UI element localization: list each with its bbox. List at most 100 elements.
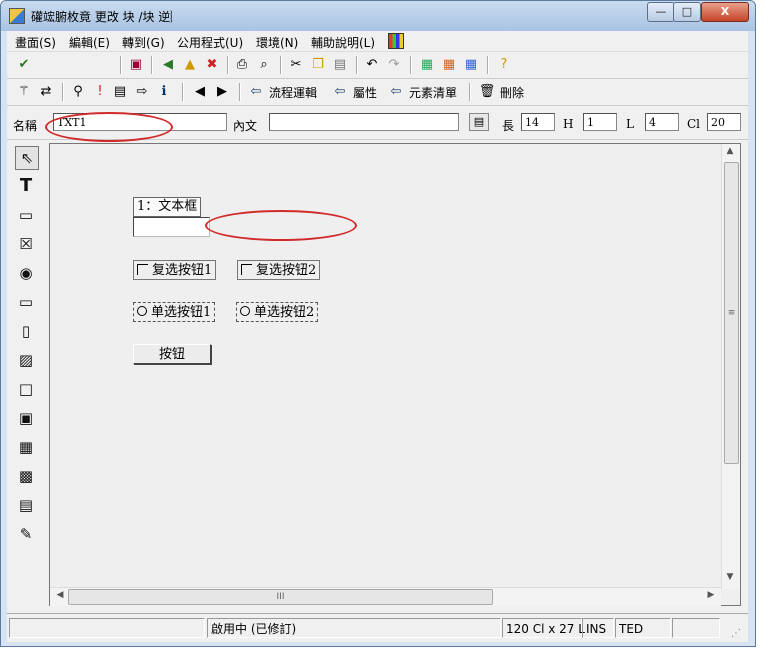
text-label: 內文 <box>233 119 258 133</box>
screen-icon[interactable]: ▦ <box>462 56 480 74</box>
button-tool-icon[interactable]: ▭ <box>15 291 37 313</box>
help-icon[interactable]: ? <box>495 56 513 74</box>
status-ted: TED <box>615 618 671 638</box>
layout-icon[interactable] <box>388 33 404 49</box>
table-wizard-icon[interactable]: ▩ <box>15 465 37 487</box>
scroll-right-icon[interactable]: ▶ <box>703 590 719 600</box>
scroll-down-icon[interactable]: ▼ <box>722 572 738 582</box>
status-blank <box>9 618 205 638</box>
length-field[interactable]: 14 <box>521 113 555 131</box>
checkbox-1-label: 复选按钮1 <box>152 263 213 278</box>
custom-control-icon[interactable]: ▤ <box>15 494 37 516</box>
scroll-up-icon[interactable]: ▲ <box>722 146 738 156</box>
hierarchy-icon[interactable]: ⚲ <box>69 83 87 101</box>
radio-1[interactable]: 单选按钮1 <box>133 302 216 322</box>
cancel-icon[interactable]: ✖ <box>203 56 221 74</box>
trash-icon: 🗑 <box>478 84 496 99</box>
window: 礶竤腑枚竟 更改 块 /块 逆︴ — □ X 畫面(S) 編輯(E) 轉到(G)… <box>0 0 756 647</box>
checkbox-icon <box>241 264 252 275</box>
element-palette: ⇖ T ▭ ☒ ◉ ▭ ▯ ▨ □ ▣ ▦ ▩ ▤ ✎ <box>15 146 41 616</box>
resize-grip-icon[interactable]: ⋰ <box>731 628 741 639</box>
delete-button[interactable]: 刪除 <box>500 84 524 101</box>
h-field[interactable]: 1 <box>583 113 617 131</box>
print-icon[interactable]: ⎙ <box>233 56 251 74</box>
paste-icon[interactable]: ▤ <box>331 56 349 74</box>
vertical-scrollbar[interactable]: ▲ ≡ ▼ <box>721 144 740 589</box>
tabstrip-tool-icon[interactable]: ▯ <box>15 320 37 342</box>
cl-field[interactable]: 20 <box>707 113 741 131</box>
copy-icon[interactable]: ❐ <box>309 56 327 74</box>
menu-help[interactable]: 輔助說明(L) <box>311 34 375 51</box>
box-tool-icon[interactable]: □ <box>15 378 37 400</box>
h-label: H <box>563 117 574 131</box>
close-button[interactable]: X <box>701 2 749 22</box>
next-icon[interactable]: ▶ <box>213 83 231 101</box>
checkbox-tool-icon[interactable]: ☒ <box>15 233 37 255</box>
status-extra <box>672 618 720 638</box>
back-icon[interactable]: ◀ <box>159 56 177 74</box>
screen-element-icon[interactable]: ▤ <box>111 83 129 101</box>
text-field[interactable] <box>269 113 459 131</box>
vertical-scroll-thumb[interactable]: ≡ <box>724 162 739 464</box>
textbox-label[interactable]: 1：文本框 <box>133 197 202 217</box>
menu-utilities[interactable]: 公用程式(U) <box>177 34 243 51</box>
horizontal-scroll-thumb[interactable]: III <box>68 589 493 605</box>
app-icon <box>9 8 25 24</box>
checkbox-1[interactable]: 复选按钮1 <box>133 260 217 280</box>
layout-window-icon[interactable]: ▦ <box>418 56 436 74</box>
l-field[interactable]: 4 <box>645 113 679 131</box>
horizontal-scrollbar[interactable]: ◀ III ▶ <box>50 587 721 606</box>
textbox-input[interactable] <box>133 217 210 237</box>
radio-tool-icon[interactable]: ◉ <box>15 262 37 284</box>
menu-environment[interactable]: 環境(N) <box>256 34 298 51</box>
radio-icon <box>137 306 147 316</box>
pin-icon[interactable]: ! <box>91 83 109 101</box>
arrow-left-icon: ⇦ <box>250 84 262 99</box>
maximize-button[interactable]: □ <box>673 2 701 22</box>
redo-icon[interactable]: ↷ <box>385 56 403 74</box>
push-button[interactable]: 按钮 <box>133 344 211 364</box>
minimize-button[interactable]: — <box>647 2 675 22</box>
checkbox-icon <box>137 264 148 275</box>
radio-2[interactable]: 单选按钮2 <box>236 302 319 322</box>
save-icon[interactable]: ▣ <box>127 56 145 74</box>
check-icon[interactable]: ✔ <box>15 56 33 74</box>
menu-edit[interactable]: 編輯(E) <box>69 34 110 51</box>
menu-bar: 畫面(S) 編輯(E) 轉到(G) 公用程式(U) 環境(N) 輔助說明(L) <box>7 31 748 52</box>
status-size: 120 Cl x 27 L <box>502 618 585 638</box>
design-canvas[interactable]: 1：文本框 复选按钮1 复选按钮2 单选按钮1 单选按钮2 按钮 ▲ ≡ ▼ ◀… <box>49 143 741 606</box>
input-field-tool-icon[interactable]: ▭ <box>15 204 37 226</box>
menu-goto[interactable]: 轉到(G) <box>122 34 165 51</box>
window-icon[interactable]: ▦ <box>440 56 458 74</box>
menu-screen[interactable]: 畫面(S) <box>15 34 56 51</box>
pointer-icon[interactable]: ⇖ <box>15 146 39 170</box>
status-ins: INS <box>582 618 614 638</box>
exit-icon[interactable]: ▲ <box>181 56 199 74</box>
subscreen-tool-icon[interactable]: ▣ <box>15 407 37 429</box>
checkbox-2[interactable]: 复选按钮2 <box>237 260 321 280</box>
move-icon[interactable]: ⇨ <box>133 83 151 101</box>
flow-logic-button[interactable]: 流程運輯 <box>269 84 317 101</box>
property-bar: 名稱 TXT1 內文 ▤ 長 14 H 1 L 4 Cl 20 <box>7 107 748 142</box>
l-label: L <box>626 117 634 131</box>
attributes-button[interactable]: 屬性 <box>353 84 377 101</box>
find-icon[interactable]: ⌕ <box>255 56 273 74</box>
info-icon[interactable]: ℹ <box>155 83 173 101</box>
tabstrip-wizard-icon[interactable]: ▨ <box>15 349 37 371</box>
cut-icon[interactable]: ✂ <box>287 56 305 74</box>
previous-icon[interactable]: ◀ <box>191 83 209 101</box>
status-icon-tool[interactable]: ✎ <box>15 523 37 545</box>
radio-icon <box>240 306 250 316</box>
undo-icon[interactable]: ↶ <box>363 56 381 74</box>
text-editor-icon[interactable]: ▤ <box>469 113 489 131</box>
annotation-oval <box>45 112 173 142</box>
toggle-icon[interactable]: ⇄ <box>37 83 55 101</box>
painter-toolbar: ⚚ ⇄ ⚲ ! ▤ ⇨ ℹ ◀ ▶ ⇦ 流程運輯 ⇦ 屬性 ⇦ 元素清單 🗑 刪… <box>7 79 748 106</box>
magic-wand-icon[interactable]: ⚚ <box>15 83 33 101</box>
text-tool-icon[interactable]: T <box>15 175 37 197</box>
cl-label: Cl <box>687 117 701 131</box>
scroll-left-icon[interactable]: ◀ <box>52 590 68 600</box>
element-list-button[interactable]: 元素清單 <box>409 84 457 101</box>
table-control-icon[interactable]: ▦ <box>15 436 37 458</box>
window-title: 礶竤腑枚竟 更改 块 /块 逆︴ <box>31 10 183 24</box>
